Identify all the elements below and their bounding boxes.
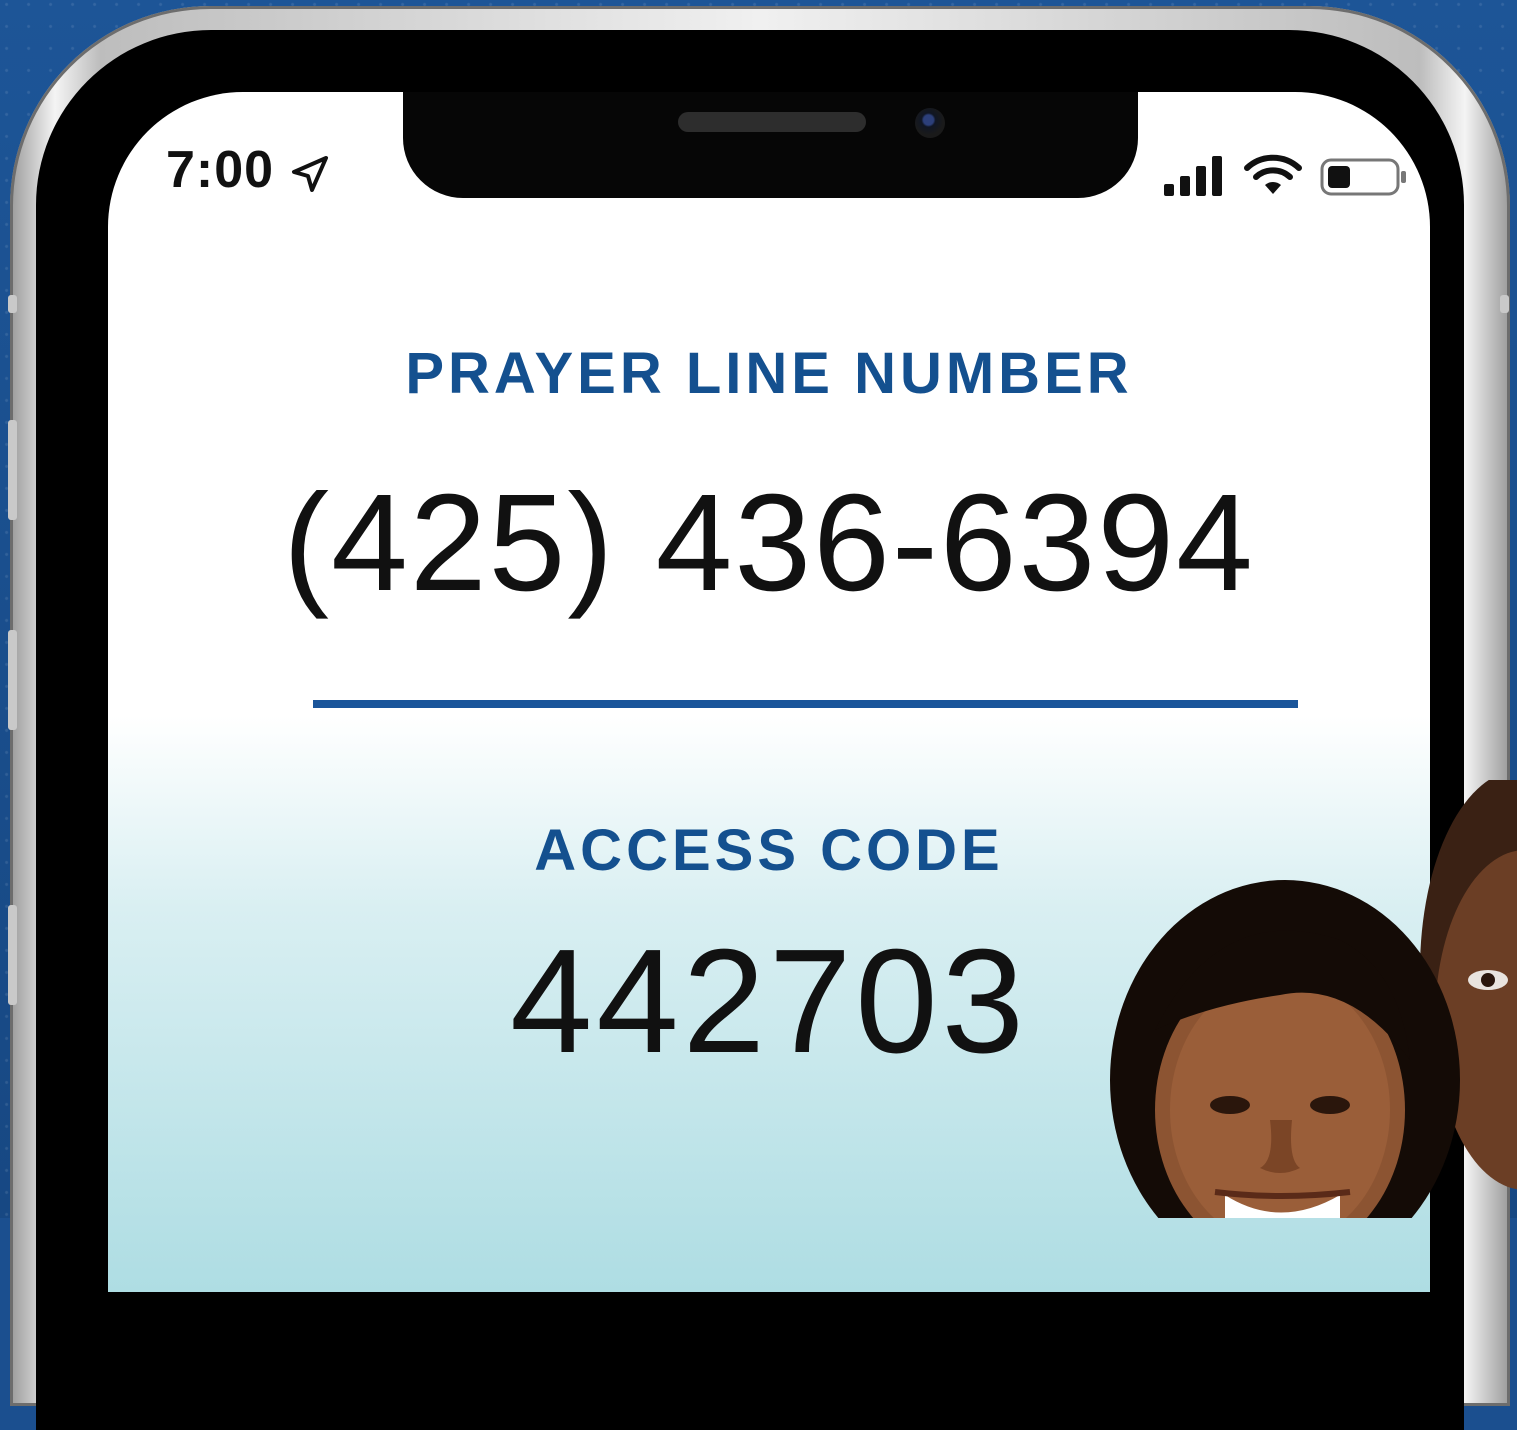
- status-time: 7:00: [166, 141, 275, 199]
- front-camera-icon: [915, 108, 945, 138]
- notch: [403, 92, 1138, 198]
- side-button: [8, 295, 17, 313]
- speaker-grille: [678, 112, 866, 132]
- mute-button: [8, 905, 17, 1005]
- volume-up-button: [8, 420, 17, 520]
- people-photo-illustration: [1110, 780, 1517, 1218]
- cellular-signal-icon: [1164, 156, 1222, 196]
- power-button: [1500, 295, 1509, 313]
- location-arrow-icon: [292, 156, 328, 192]
- battery-icon: [1320, 158, 1406, 196]
- wifi-icon: [1244, 154, 1302, 194]
- volume-down-button: [8, 630, 17, 730]
- divider: [313, 700, 1298, 708]
- people-photo: [1100, 780, 1517, 1218]
- prayer-line-label: PRAYER LINE NUMBER: [405, 341, 1133, 406]
- prayer-line-number[interactable]: (425) 436-6394: [108, 464, 1430, 623]
